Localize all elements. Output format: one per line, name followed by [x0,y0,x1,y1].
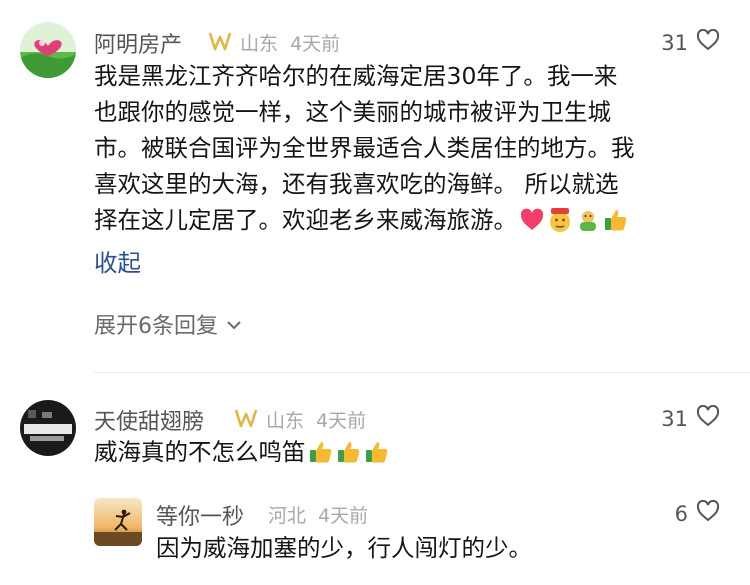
comment-line-last: 威海真的不怎么鸣笛 [94,434,724,470]
avatar-tianshitianchibang[interactable] [20,400,76,456]
thumbs-up-emoji-icon [308,439,334,465]
heart-outline-icon [696,499,720,527]
thumbs-up-emoji-icon [364,439,390,465]
thumbs-up-emoji-icon [603,207,629,233]
like-button[interactable]: 31 [661,28,720,56]
comment-line: 也跟你的感觉一样，这个美丽的城市被评为卫生城 [94,98,611,126]
comment-body: 我是黑龙江齐齐哈尔的在威海定居30年了。我一来 也跟你的感觉一样，这个美丽的城市… [94,58,724,238]
comment-location: 山东 [266,410,305,432]
vip-badge-icon [234,408,258,432]
like-count: 6 [674,501,688,526]
thinking-666-emoji-icon [547,207,573,233]
chevron-down-icon [226,312,242,337]
thumbs-up-emoji-icon [336,439,362,465]
heart-emoji-icon [519,207,545,233]
heart-outline-icon [696,28,720,56]
comment-meta: 山东 4天前 [266,406,366,433]
reply-line: 因为威海加塞的少，行人闯灯的少。 [156,534,532,562]
comment-time: 4天前 [316,410,367,432]
comment-line-last: 择在这儿定居了。欢迎老乡来威海旅游。 [94,202,724,238]
reply-time: 4天前 [318,505,369,527]
vip-badge-icon [208,31,232,55]
reply-body: 因为威海加塞的少，行人闯灯的少。 [156,530,726,566]
expand-replies-button[interactable]: 展开6条回复 [94,308,242,340]
like-count: 31 [661,30,688,55]
frog-emoji-icon [575,207,601,233]
comment-line-text: 择在这儿定居了。欢迎老乡来威海旅游。 [94,206,517,234]
comment-meta: 山东 4天前 [240,29,340,56]
heart-outline-icon [696,404,720,432]
comment-divider [94,372,750,373]
comment-username[interactable]: 天使甜翅膀 [94,404,204,436]
like-button[interactable]: 6 [674,499,720,527]
reply-username[interactable]: 等你一秒 [156,499,244,531]
comment-time: 4天前 [290,33,341,55]
like-button[interactable]: 31 [661,404,720,432]
collapse-link[interactable]: 收起 [94,244,141,278]
expand-replies-label: 展开6条回复 [94,314,218,339]
reply-meta: 河北 4天前 [268,501,368,528]
avatar-amingfangchan[interactable] [20,22,76,78]
comment-line-text: 威海真的不怎么鸣笛 [94,438,306,466]
reply-location: 河北 [268,505,307,527]
comment-line: 我是黑龙江齐齐哈尔的在威海定居30年了。我一来 [94,62,618,90]
like-count: 31 [661,406,688,431]
comment-body: 威海真的不怎么鸣笛 [94,434,724,470]
comment-line: 喜欢这里的大海，还有我喜欢吃的海鲜。 所以就选 [94,170,619,198]
avatar-dengniyimiao[interactable] [94,498,142,546]
comment-line: 市。被联合国评为全世界最适合人类居住的地方。我 [94,134,635,162]
comment-location: 山东 [240,33,279,55]
comment-username[interactable]: 阿明房产 [94,27,182,59]
